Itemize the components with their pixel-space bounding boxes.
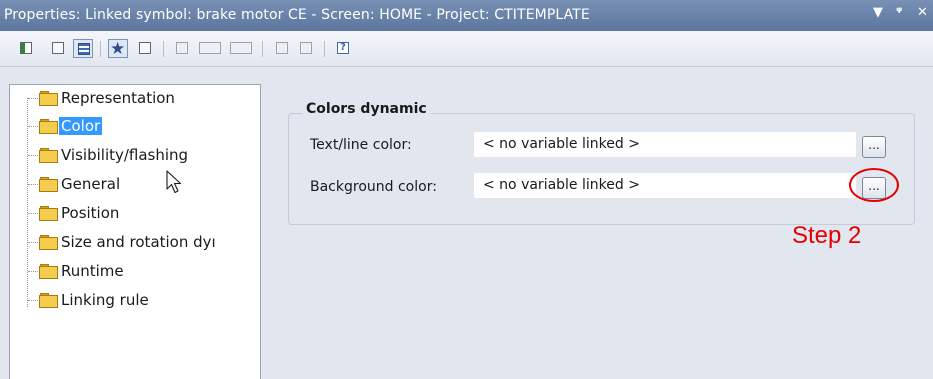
dropdown-icon[interactable]: ▼ bbox=[873, 5, 883, 20]
folder-icon bbox=[39, 91, 58, 106]
background-color-label: Background color: bbox=[310, 179, 437, 195]
folder-icon bbox=[39, 264, 58, 279]
text-line-color-browse-button[interactable]: ... bbox=[862, 136, 886, 158]
folder-icon bbox=[39, 119, 58, 134]
tree-item-size-rotation[interactable]: Size and rotation dyı bbox=[10, 231, 260, 253]
folder-icon bbox=[39, 235, 58, 250]
toolbar: ★ ? bbox=[0, 31, 933, 67]
tree-item-position[interactable]: Position bbox=[10, 202, 260, 224]
window-title: Properties: Linked symbol: brake motor C… bbox=[4, 7, 590, 23]
step-annotation: Step 2 bbox=[792, 222, 862, 249]
folder-icon bbox=[39, 293, 58, 308]
text-line-color-label: Text/line color: bbox=[310, 137, 412, 153]
text-line-color-field[interactable]: < no variable linked > bbox=[474, 132, 856, 157]
field-icon[interactable] bbox=[195, 39, 225, 58]
tree-item-general[interactable]: General bbox=[10, 173, 260, 195]
close-icon[interactable]: ✕ bbox=[917, 5, 928, 20]
grid-icon[interactable] bbox=[272, 39, 292, 58]
list-view-icon[interactable] bbox=[73, 39, 93, 58]
highlight-circle bbox=[849, 168, 899, 202]
pin-icon[interactable]: ᵠ bbox=[896, 5, 902, 20]
property-tree: Representation Color Visibility/flashing… bbox=[9, 84, 261, 379]
folder-icon bbox=[39, 206, 58, 221]
page-icon[interactable] bbox=[48, 39, 68, 58]
group-title: Colors dynamic bbox=[302, 101, 431, 117]
favorites-star-icon[interactable]: ★ bbox=[108, 39, 128, 59]
tree-view-icon[interactable] bbox=[16, 39, 36, 58]
folder-icon bbox=[39, 177, 58, 192]
list-icon[interactable] bbox=[296, 39, 316, 58]
tree-item-visibility-flashing[interactable]: Visibility/flashing bbox=[10, 144, 260, 166]
colors-dynamic-group bbox=[288, 113, 915, 225]
info-icon[interactable] bbox=[172, 39, 192, 58]
title-bar: Properties: Linked symbol: brake motor C… bbox=[0, 0, 933, 31]
background-color-field[interactable]: < no variable linked > bbox=[474, 173, 856, 198]
properties-window: Properties: Linked symbol: brake motor C… bbox=[0, 0, 933, 379]
field-alt-icon[interactable] bbox=[226, 39, 256, 58]
properties-icon[interactable] bbox=[135, 39, 155, 58]
tree-item-linking-rule[interactable]: Linking rule bbox=[10, 289, 260, 311]
mouse-pointer-icon bbox=[166, 170, 182, 194]
help-icon[interactable]: ? bbox=[333, 39, 353, 58]
tree-item-color[interactable]: Color bbox=[10, 115, 260, 137]
tree-item-representation[interactable]: Representation bbox=[10, 87, 260, 109]
tree-item-runtime[interactable]: Runtime bbox=[10, 260, 260, 282]
folder-icon bbox=[39, 148, 58, 163]
